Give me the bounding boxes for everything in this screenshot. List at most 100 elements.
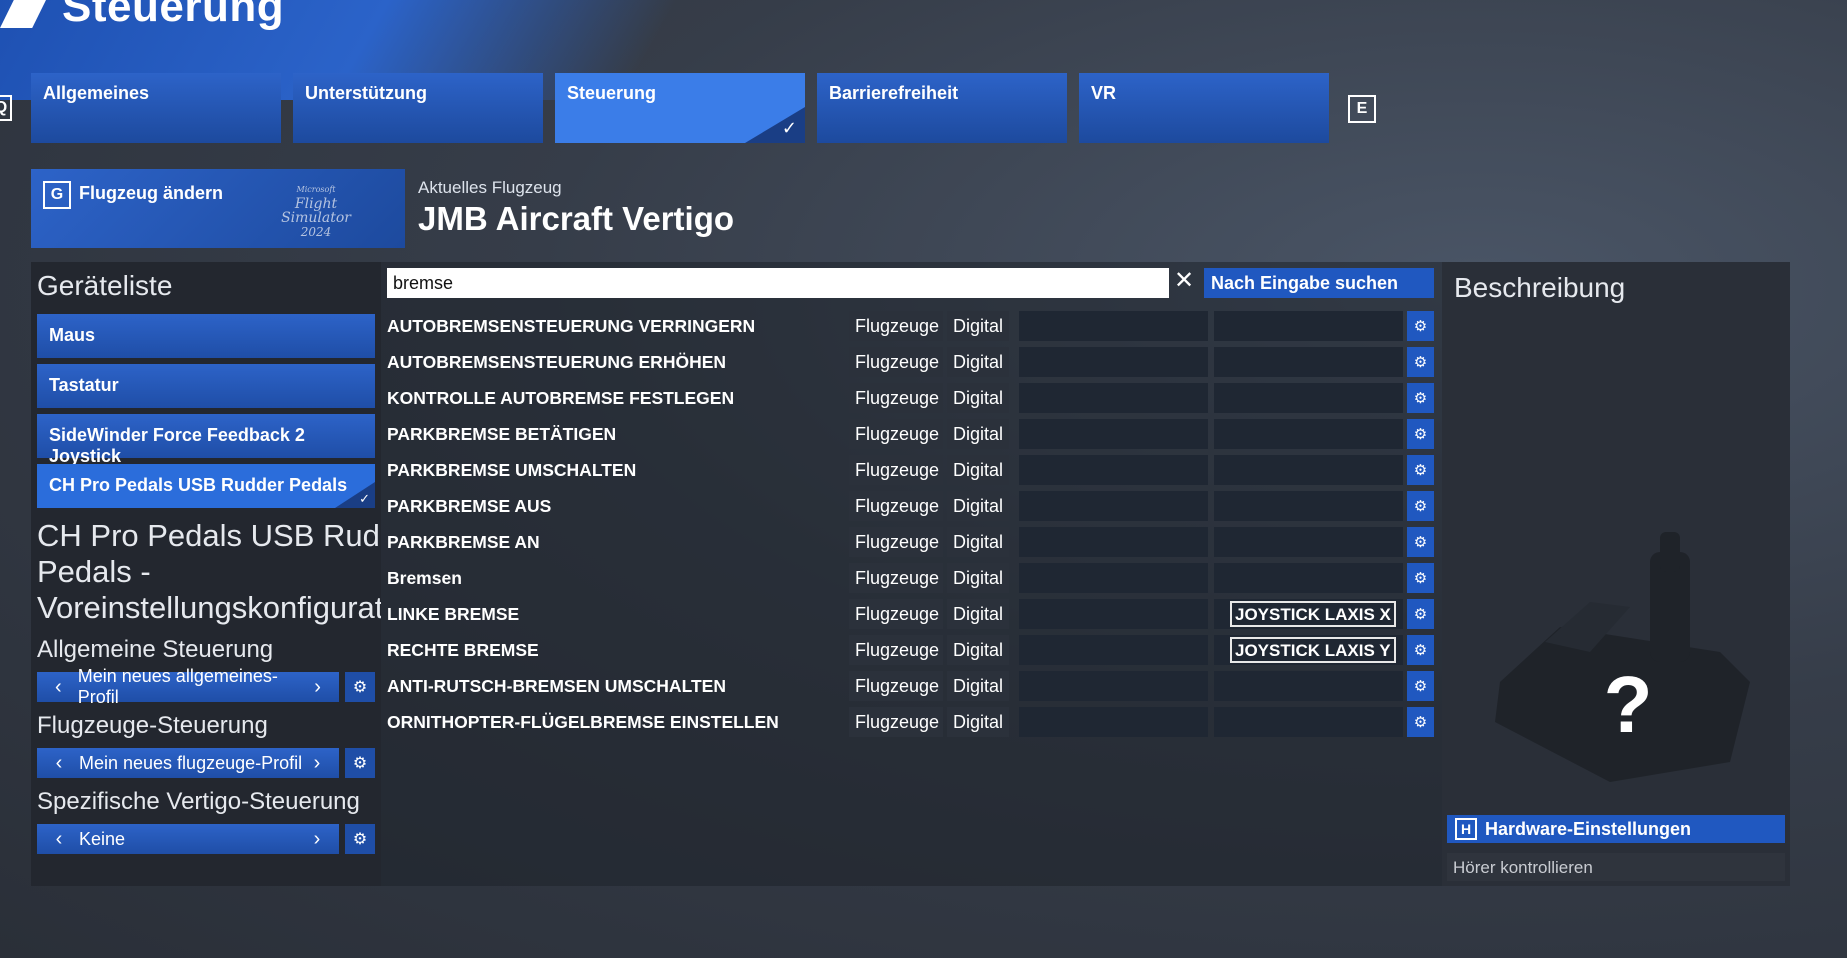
binding-slot-2[interactable] bbox=[1214, 311, 1403, 341]
binding-row[interactable]: PARKBREMSE UMSCHALTEN Flugzeuge Digital ⚙ bbox=[387, 455, 1434, 485]
logo-line: 2024 bbox=[300, 225, 332, 239]
binding-slot-2[interactable] bbox=[1214, 671, 1403, 701]
specific-profile-gear-icon[interactable]: ⚙ bbox=[345, 824, 375, 854]
binding-slot-1[interactable] bbox=[1019, 707, 1208, 737]
chevron-right-icon[interactable]: › bbox=[305, 752, 329, 775]
binding-slot-1[interactable] bbox=[1019, 347, 1208, 377]
binding-name: LINKE BREMSE bbox=[387, 604, 520, 624]
binding-row[interactable]: PARKBREMSE AUS Flugzeuge Digital ⚙ bbox=[387, 491, 1434, 521]
device-item-pedals[interactable]: CH Pro Pedals USB Rudder Pedals ✓ bbox=[37, 464, 375, 508]
hardware-settings-label: Hardware-Einstellungen bbox=[1485, 818, 1692, 839]
binding-slot-2[interactable]: JOYSTICK LAXIS X bbox=[1214, 599, 1403, 629]
binding-row[interactable]: AUTOBREMSENSTEUERUNG VERRINGERN Flugzeuge… bbox=[387, 311, 1434, 341]
binding-slot-2[interactable] bbox=[1214, 707, 1403, 737]
binding-gear-icon[interactable]: ⚙ bbox=[1407, 707, 1434, 737]
binding-gear-icon[interactable]: ⚙ bbox=[1407, 527, 1434, 557]
chevron-left-icon[interactable]: ‹ bbox=[47, 828, 71, 851]
clear-search-icon[interactable]: ✕ bbox=[1172, 266, 1196, 298]
tab-label: VR bbox=[1091, 83, 1117, 103]
binding-mode: Digital bbox=[947, 455, 1009, 485]
binding-slot-2[interactable] bbox=[1214, 491, 1403, 521]
binding-gear-icon[interactable]: ⚙ bbox=[1407, 671, 1434, 701]
joystick-unknown-icon: ? bbox=[1495, 532, 1750, 782]
binding-gear-icon[interactable]: ⚙ bbox=[1407, 635, 1434, 665]
tab-unterstuetzung[interactable]: Unterstützung bbox=[293, 73, 543, 143]
change-aircraft-button[interactable]: G Flugzeug ändern Microsoft Flight Simul… bbox=[31, 169, 405, 248]
current-aircraft-label: Aktuelles Flugzeug bbox=[418, 178, 562, 197]
chevron-left-icon[interactable]: ‹ bbox=[47, 676, 70, 699]
tab-allgemeines[interactable]: Allgemeines bbox=[31, 73, 281, 143]
binding-gear-icon[interactable]: ⚙ bbox=[1407, 383, 1434, 413]
tab-barrierefreiheit[interactable]: Barrierefreiheit bbox=[817, 73, 1067, 143]
binding-row[interactable]: AUTOBREMSENSTEUERUNG ERHÖHEN Flugzeuge Dig… bbox=[387, 347, 1434, 377]
hardware-settings-button[interactable]: H Hardware-Einstellungen bbox=[1447, 815, 1785, 843]
listen-controls-button[interactable]: Hörer kontrollieren bbox=[1447, 853, 1785, 881]
binding-category: Flugzeuge bbox=[849, 383, 943, 413]
binding-slot-2[interactable] bbox=[1214, 383, 1403, 413]
search-by-input-button[interactable]: Nach Eingabe suchen bbox=[1204, 268, 1434, 298]
current-aircraft-name: JMB Aircraft Vertigo bbox=[418, 200, 735, 237]
binding-gear-icon[interactable]: ⚙ bbox=[1407, 563, 1434, 593]
binding-gear-icon[interactable]: ⚙ bbox=[1407, 347, 1434, 377]
binding-name: PARKBREMSE AN bbox=[387, 532, 540, 552]
tab-vr[interactable]: VR bbox=[1079, 73, 1329, 143]
chevron-left-icon[interactable]: ‹ bbox=[47, 752, 71, 775]
general-profile-gear-icon[interactable]: ⚙ bbox=[345, 672, 375, 702]
binding-slot-1[interactable] bbox=[1019, 635, 1208, 665]
binding-slot-1[interactable] bbox=[1019, 527, 1208, 557]
aircraft-controls-label: Flugzeuge-Steuerung bbox=[37, 712, 268, 739]
aircraft-profile-selector[interactable]: ‹ Mein neues flugzeuge-Profil › bbox=[37, 748, 339, 778]
search-input[interactable] bbox=[387, 268, 1169, 298]
binding-gear-icon[interactable]: ⚙ bbox=[1407, 455, 1434, 485]
binding-gear-icon[interactable]: ⚙ bbox=[1407, 491, 1434, 521]
binding-slot-1[interactable] bbox=[1019, 383, 1208, 413]
device-item-tastatur[interactable]: Tastatur bbox=[37, 364, 375, 408]
binding-slot-2[interactable] bbox=[1214, 455, 1403, 485]
general-controls-label: Allgemeine Steuerung bbox=[37, 636, 274, 663]
binding-row[interactable]: PARKBREMSE AN Flugzeuge Digital ⚙ bbox=[387, 527, 1434, 557]
binding-slot-2[interactable] bbox=[1214, 563, 1403, 593]
binding-category: Flugzeuge bbox=[849, 491, 943, 521]
binding-slot-1[interactable] bbox=[1019, 455, 1208, 485]
chevron-right-icon[interactable]: › bbox=[305, 828, 329, 851]
binding-row[interactable]: KONTROLLE AUTOBREMSE FESTLEGEN Flugzeuge D… bbox=[387, 383, 1434, 413]
tab-prev-key[interactable]: Q bbox=[0, 95, 12, 121]
binding-slot-2[interactable] bbox=[1214, 347, 1403, 377]
general-profile-selector[interactable]: ‹ Mein neues allgemeines-Profil › bbox=[37, 666, 339, 707]
binding-slot-2[interactable] bbox=[1214, 419, 1403, 449]
profile-title: CH Pro Pedals USB Rudder Pedals - Vorein… bbox=[37, 518, 381, 626]
binding-mode: Digital bbox=[947, 563, 1009, 593]
tab-steuerung[interactable]: Steuerung ✓ bbox=[555, 73, 805, 143]
binding-row[interactable]: ORNITHOPTER-FLÜGELBREMSE EINSTELLEN Flugz… bbox=[387, 707, 1434, 737]
binding-gear-icon[interactable]: ⚙ bbox=[1407, 599, 1434, 629]
binding-slot-1[interactable] bbox=[1019, 419, 1208, 449]
binding-slot-1[interactable] bbox=[1019, 599, 1208, 629]
chevron-right-icon[interactable]: › bbox=[306, 676, 329, 699]
binding-row[interactable]: LINKE BREMSE Flugzeuge Digital JOYSTICK LAX… bbox=[387, 599, 1434, 629]
binding-row[interactable]: PARKBREMSE BETÄTIGEN Flugzeuge Digital ⚙ bbox=[387, 419, 1434, 449]
change-aircraft-label: Flugzeug ändern bbox=[79, 183, 223, 203]
binding-slot-1[interactable] bbox=[1019, 671, 1208, 701]
binding-category: Flugzeuge bbox=[849, 671, 943, 701]
binding-gear-icon[interactable]: ⚙ bbox=[1407, 311, 1434, 341]
binding-row[interactable]: ANTI-RUTSCH-BREMSEN UMSCHALTEN Flugzeuge D… bbox=[387, 671, 1434, 701]
binding-name: ANTI-RUTSCH-BREMSEN UMSCHALTEN bbox=[387, 676, 726, 696]
device-item-maus[interactable]: Maus bbox=[37, 314, 375, 358]
binding-row[interactable]: RECHTE BREMSE Flugzeuge Digital JOYSTICK LA… bbox=[387, 635, 1434, 665]
tab-label: Steuerung bbox=[567, 83, 657, 103]
binding-slot-1[interactable] bbox=[1019, 311, 1208, 341]
tab-next-key[interactable]: E bbox=[1348, 95, 1376, 123]
binding-gear-icon[interactable]: ⚙ bbox=[1407, 419, 1434, 449]
binding-slot-2[interactable] bbox=[1214, 527, 1403, 557]
specific-profile-selector[interactable]: ‹ Keine › bbox=[37, 824, 339, 854]
binding-slot-1[interactable] bbox=[1019, 491, 1208, 521]
binding-slot-1[interactable] bbox=[1019, 563, 1208, 593]
binding-slot-2[interactable]: JOYSTICK LAXIS Y bbox=[1214, 635, 1403, 665]
device-item-joystick[interactable]: SideWinder Force Feedback 2 Joystick bbox=[37, 414, 375, 466]
binding-assignment: JOYSTICK LAXIS X bbox=[1230, 601, 1396, 627]
aircraft-profile-gear-icon[interactable]: ⚙ bbox=[345, 748, 375, 778]
binding-row[interactable]: Bremsen Flugzeuge Digital ⚙ bbox=[387, 563, 1434, 593]
device-label: SideWinder Force Feedback 2 Joystick bbox=[49, 425, 305, 466]
logo-line: Simulator bbox=[281, 210, 351, 226]
page-title: Steuerung bbox=[62, 0, 285, 31]
